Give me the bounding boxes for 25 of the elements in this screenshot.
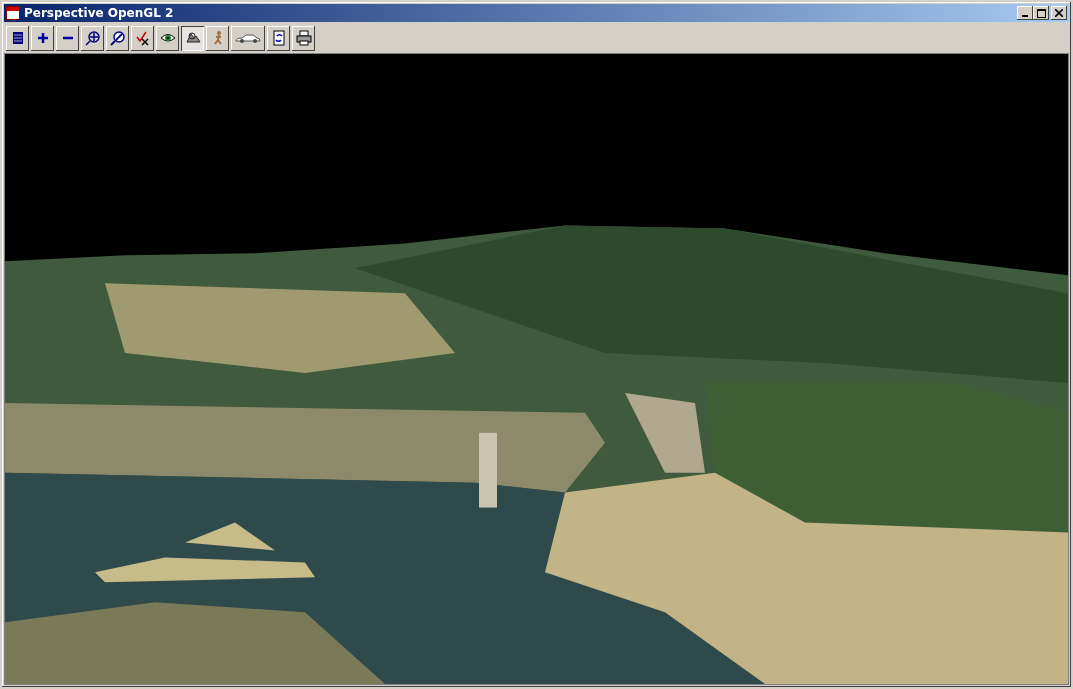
close-button[interactable]: [1051, 6, 1067, 20]
check-cross-icon: [134, 30, 151, 46]
zoom-icon: [84, 30, 101, 46]
document-icon: [6, 6, 20, 20]
toolbar-button[interactable]: [206, 25, 229, 51]
refresh-icon: [270, 30, 287, 46]
toolbar-button[interactable]: [81, 25, 104, 51]
toolbar-button[interactable]: [292, 25, 315, 51]
toolbar-button[interactable]: [106, 25, 129, 51]
toolbar-button[interactable]: [131, 25, 154, 51]
toolbar-button[interactable]: [267, 25, 290, 51]
toolbar-button[interactable]: [56, 25, 79, 51]
toolbar-button[interactable]: [6, 25, 29, 51]
toolbar-button[interactable]: [31, 25, 54, 51]
terrain-icon: [184, 30, 201, 46]
minimize-button[interactable]: [1017, 6, 1033, 20]
printer-icon: [295, 30, 312, 46]
magnifier-icon: [109, 30, 126, 46]
maximize-icon: [1036, 8, 1046, 18]
toolbar-button[interactable]: [231, 25, 265, 51]
window-title: Perspective OpenGL 2: [24, 6, 175, 20]
maximize-button[interactable]: [1033, 6, 1049, 20]
toolbar-button[interactable]: [181, 25, 204, 51]
close-icon: [1055, 9, 1063, 17]
toolbar-button[interactable]: [156, 25, 179, 51]
